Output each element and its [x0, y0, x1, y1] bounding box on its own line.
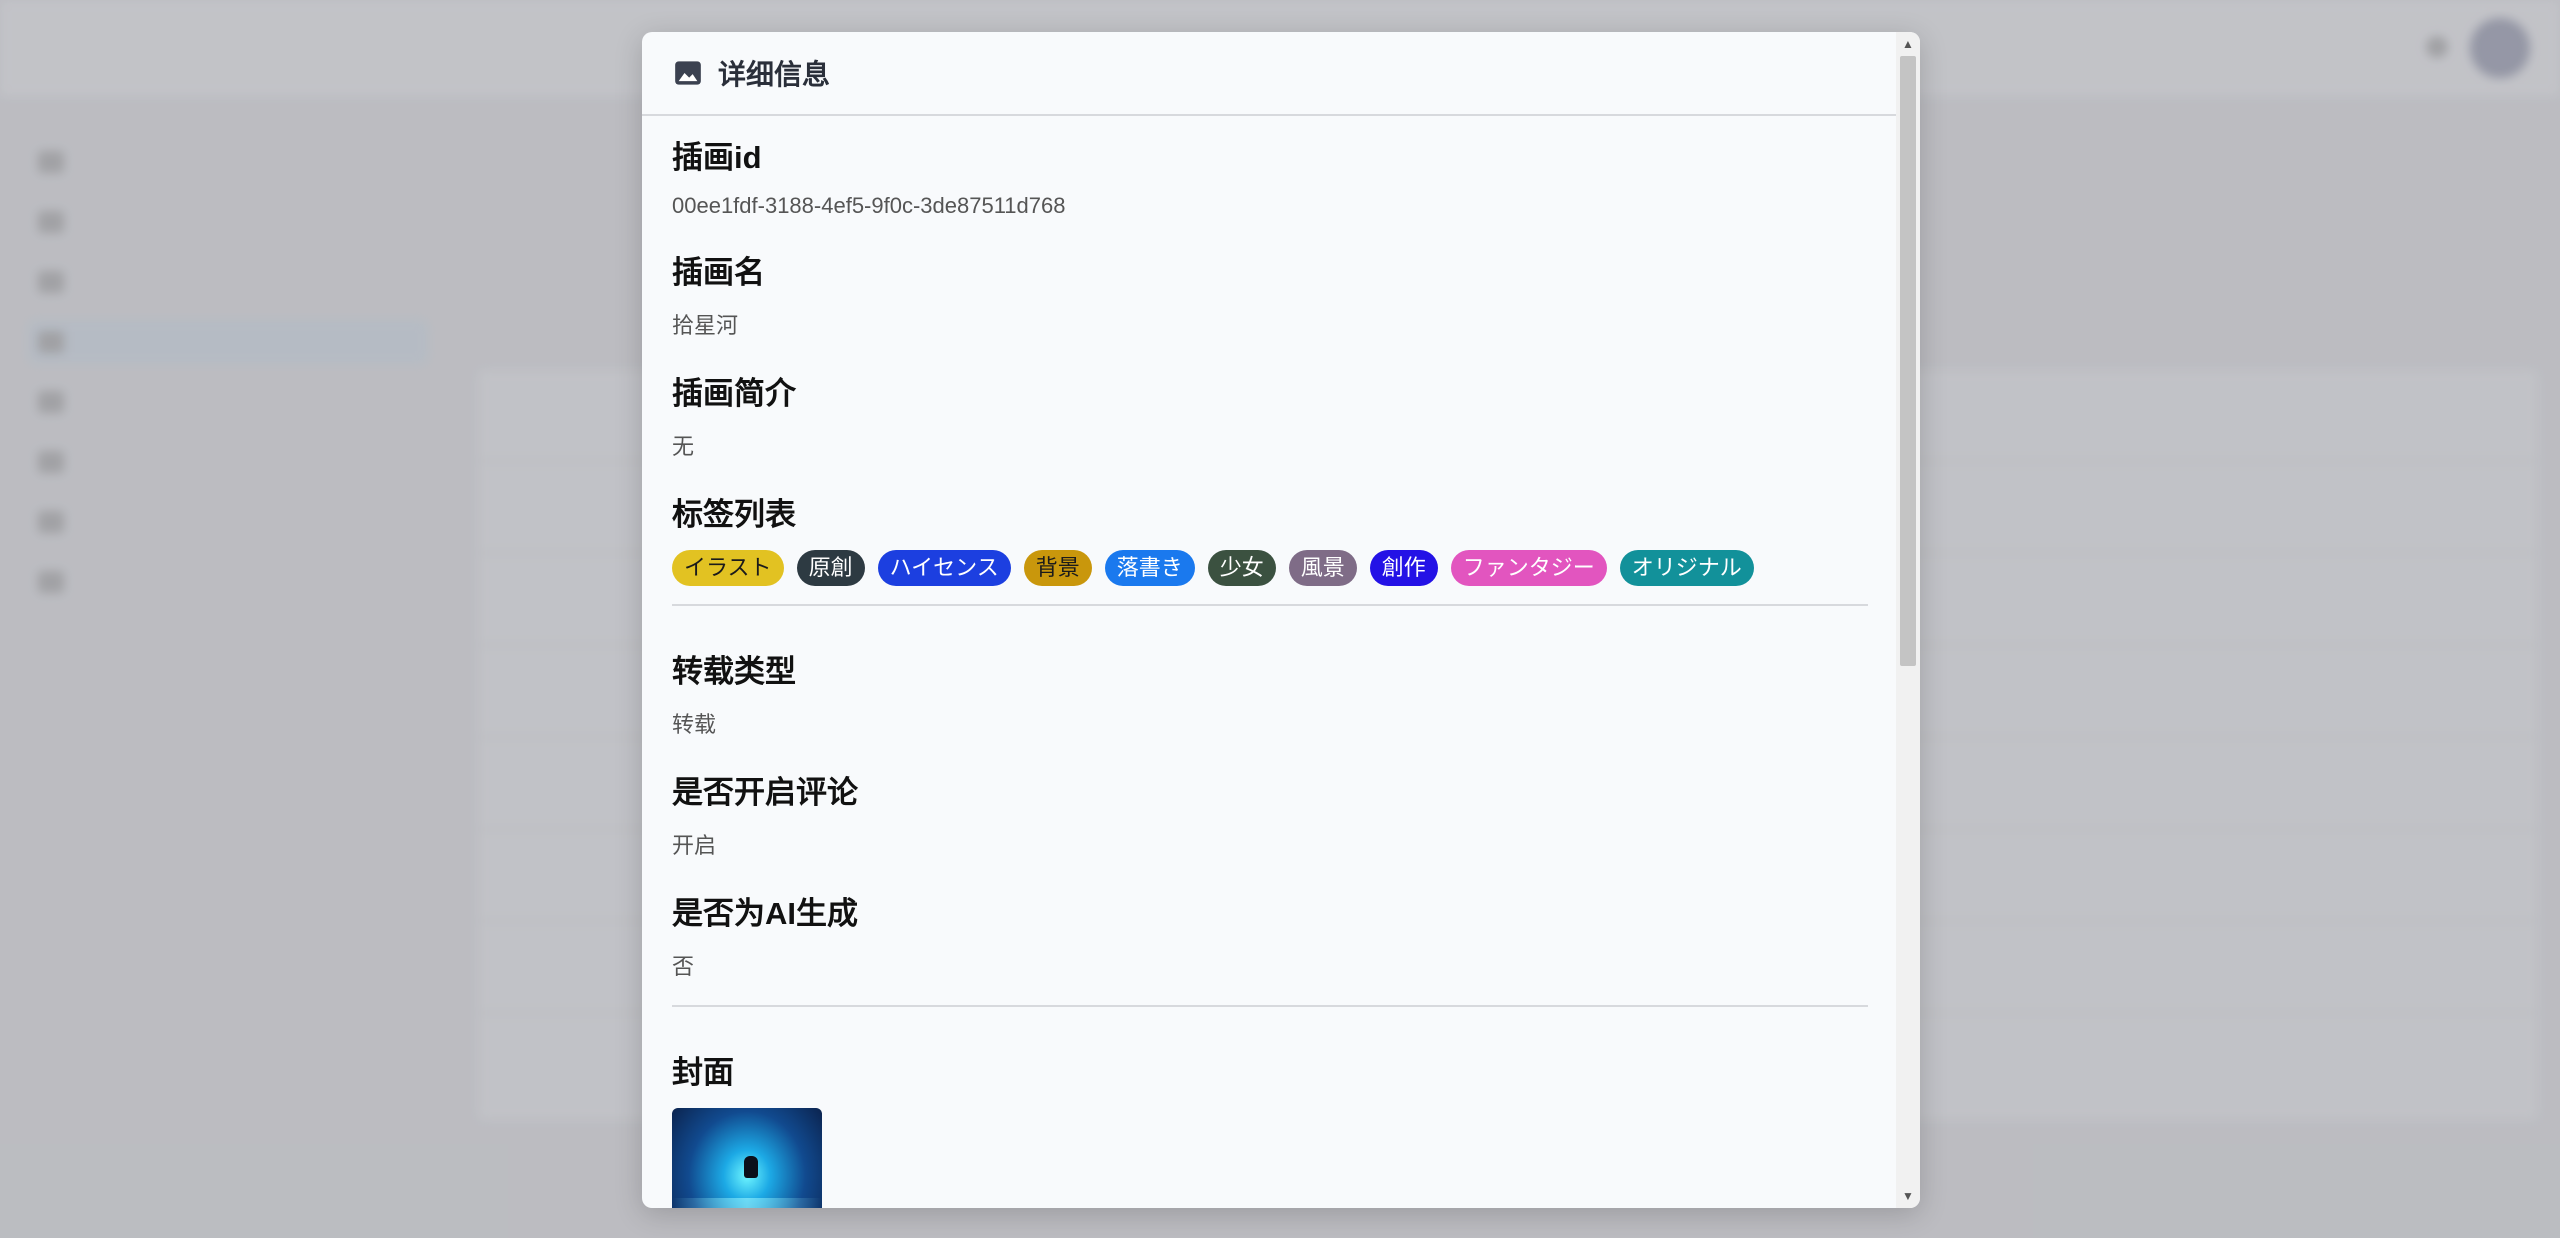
field-tag-list: 标签列表 イラスト 原創 ハイセンス 背景 落書き 少女 風景 創作 ファンタジー オリジナル [672, 489, 1868, 586]
field-value: 转载 [672, 712, 717, 737]
tag-chip: 背景 [1023, 550, 1092, 586]
cover-image[interactable] [672, 1108, 822, 1208]
tag-chip: 風景 [1288, 550, 1357, 586]
field-value: 拾星河 [672, 313, 739, 338]
field-label: 插画id [672, 140, 762, 175]
image-icon [675, 61, 701, 85]
tag-chip: 少女 [1207, 550, 1276, 586]
field-cover: 封面 [672, 1047, 1868, 1208]
field-label: 转载类型 [672, 654, 796, 689]
field-repost-type: 转载类型 转载 [672, 646, 1868, 739]
scroll-down-arrow-icon[interactable]: ▼ [1896, 1184, 1920, 1208]
field-label: 标签列表 [672, 497, 796, 532]
field-illustration-id: 插画id 00ee1fdf-3188-4ef5-9f0c-3de87511d76… [672, 132, 1868, 219]
divider [672, 604, 1868, 606]
detail-modal: 详细信息 插画id 00ee1fdf-3188-4ef5-9f0c-3de875… [642, 32, 1920, 1208]
field-value: 无 [672, 434, 695, 459]
tag-list: イラスト 原創 ハイセンス 背景 落書き 少女 風景 創作 ファンタジー オリジナル [672, 550, 1868, 586]
field-label: 是否开启评论 [672, 775, 858, 810]
field-value: 00ee1fdf-3188-4ef5-9f0c-3de87511d768 [672, 193, 1066, 218]
field-illustration-name: 插画名 拾星河 [672, 247, 1868, 340]
tag-chip: ハイセンス [877, 550, 1011, 586]
modal-scrollbar[interactable]: ▲ ▼ [1896, 32, 1920, 1208]
modal-title: 详细信息 [718, 59, 831, 90]
modal-header: 详细信息 [642, 32, 1896, 116]
field-illustration-intro: 插画简介 无 [672, 368, 1868, 461]
scrollbar-thumb[interactable] [1900, 56, 1916, 666]
field-ai-generated: 是否为AI生成 否 [672, 888, 1868, 981]
divider [672, 1005, 1868, 1007]
tag-chip: オリジナル [1619, 550, 1754, 586]
tag-chip: ファンタジー [1450, 550, 1607, 586]
tag-chip: 創作 [1369, 550, 1438, 586]
field-label: 封面 [672, 1055, 734, 1090]
field-value: 开启 [672, 833, 717, 858]
cover-figure [744, 1156, 758, 1178]
tag-chip: イラスト [672, 550, 784, 586]
tag-chip: 原創 [796, 550, 865, 586]
cover-light-streak [672, 1198, 822, 1208]
field-label: 插画简介 [672, 376, 796, 411]
field-value: 否 [672, 954, 695, 979]
field-label: 是否为AI生成 [672, 896, 858, 931]
field-label: 插画名 [672, 255, 765, 290]
tag-chip: 落書き [1104, 550, 1195, 586]
modal-body: 插画id 00ee1fdf-3188-4ef5-9f0c-3de87511d76… [672, 132, 1868, 1208]
field-comment-enabled: 是否开启评论 开启 [672, 767, 1868, 860]
scroll-up-arrow-icon[interactable]: ▲ [1896, 32, 1920, 56]
